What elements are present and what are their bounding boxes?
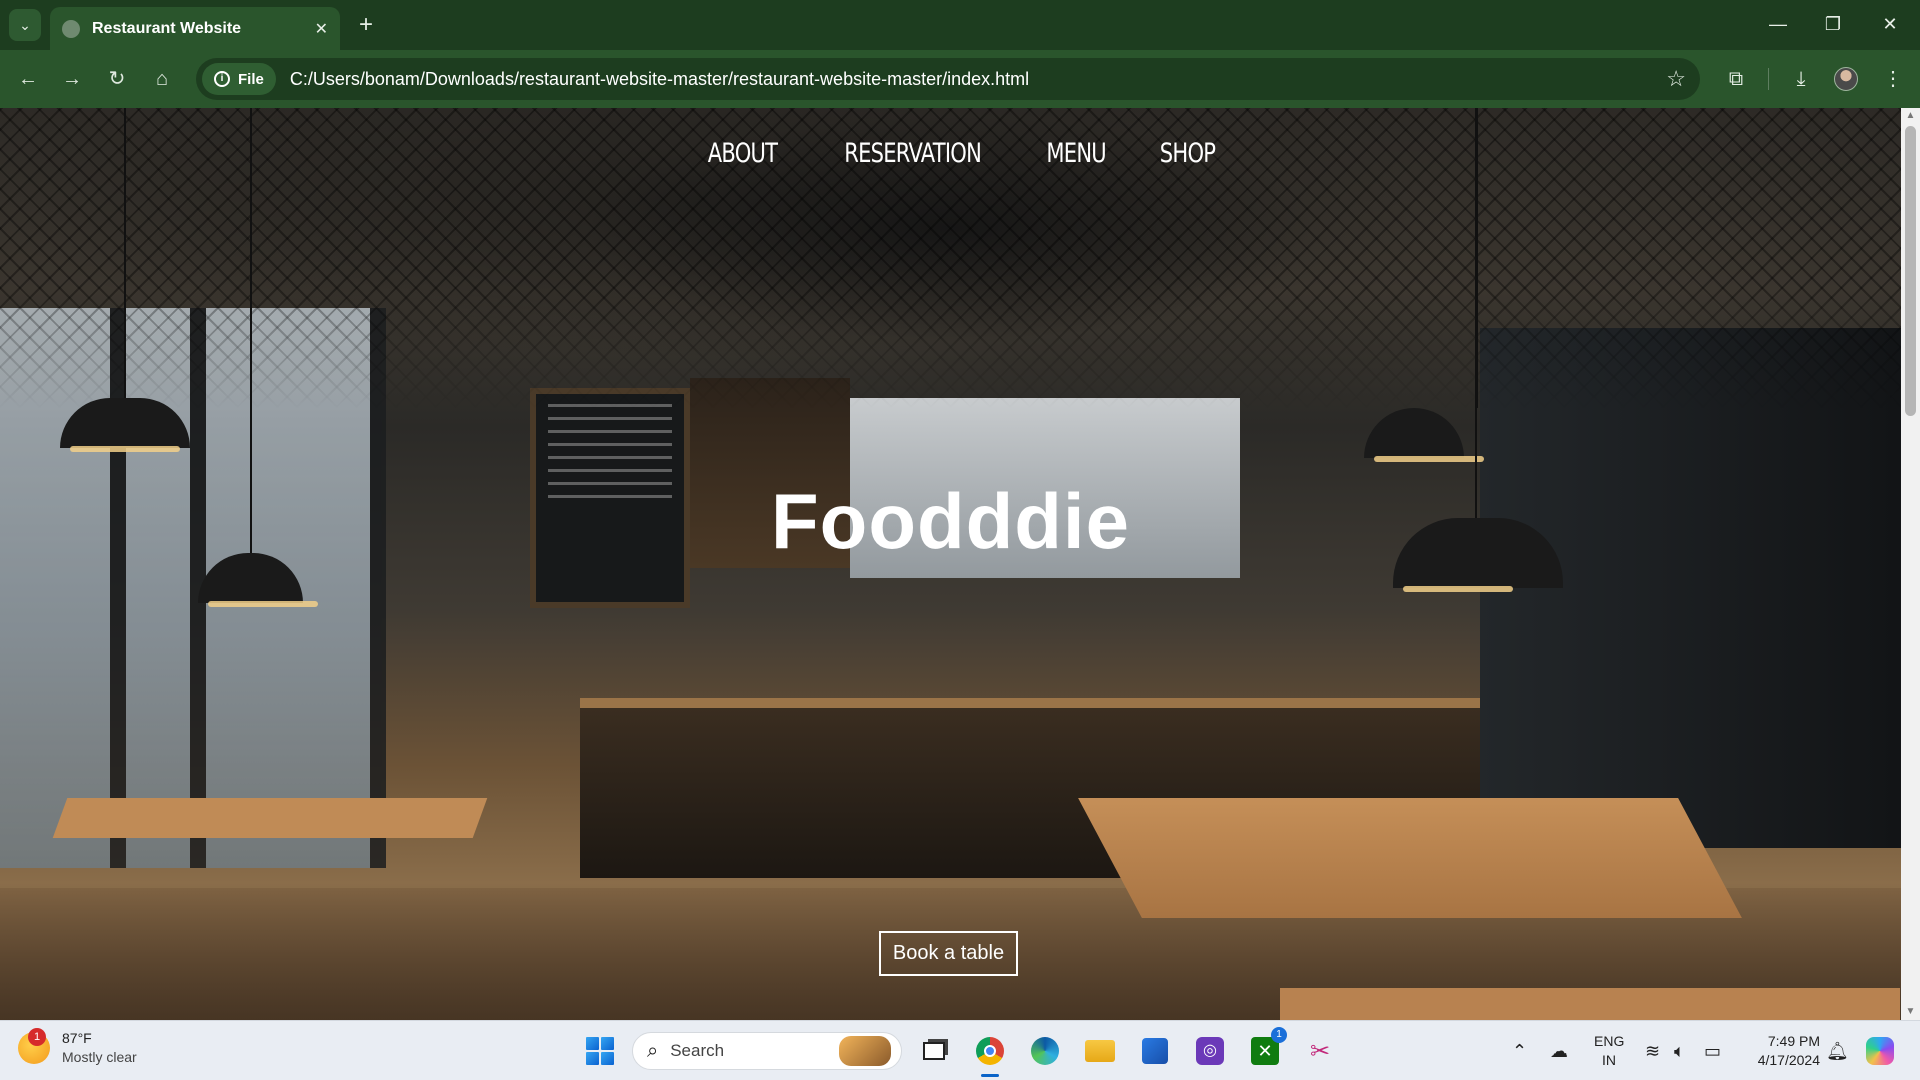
nav-reservation[interactable]: RESERVATION (844, 138, 982, 169)
chevron-down-icon: ⌄ (19, 16, 31, 33)
url-text[interactable]: C:/Users/bonam/Downloads/restaurant-webs… (290, 69, 1666, 90)
tab-close-icon[interactable]: ✕ (315, 19, 328, 39)
microsoft-store-icon[interactable] (1135, 1031, 1175, 1071)
wifi-icon[interactable]: ≋ (1645, 1041, 1660, 1062)
edge-icon[interactable] (1025, 1031, 1065, 1071)
tab-title: Restaurant Website (92, 19, 242, 37)
site-info-label: File (238, 70, 264, 88)
windows-logo-icon (586, 1037, 614, 1065)
hero-section: ABOUT RESERVATION MENU SHOP Foodddie Boo… (0, 108, 1901, 1020)
app-icon[interactable]: ◎ (1190, 1031, 1230, 1071)
info-icon: i (214, 71, 230, 87)
nav-about[interactable]: ABOUT (707, 138, 777, 169)
scroll-up-icon[interactable]: ▲ (1901, 108, 1920, 124)
more-menu-icon[interactable]: ⋮ (1877, 63, 1909, 95)
page-scrollbar[interactable]: ▲ ▼ (1901, 108, 1920, 1020)
search-icon: ⌕ (647, 1039, 659, 1062)
table-decoration (1078, 798, 1742, 918)
nav-shop[interactable]: SHOP (1160, 138, 1216, 169)
taskbar: 1 87°F Mostly clear ⌕ Search ◎ ✕ 1 ✂ ⌃ ☁… (0, 1020, 1920, 1080)
back-icon[interactable]: ← (12, 63, 44, 95)
new-tab-button[interactable]: + (352, 11, 380, 39)
hero-title: Foodddie (771, 477, 1130, 565)
browser-title-bar: ⌄ Restaurant Website ✕ + — ❐ ✕ (0, 0, 1920, 50)
minimize-icon[interactable]: — (1758, 8, 1798, 40)
file-explorer-icon[interactable] (1080, 1031, 1120, 1071)
site-info-button[interactable]: i File (202, 63, 276, 95)
notification-badge: 1 (1271, 1027, 1287, 1043)
main-nav: ABOUT RESERVATION MENU SHOP (0, 138, 1901, 169)
bookmark-star-icon[interactable]: ☆ (1666, 66, 1686, 92)
xbox-icon[interactable]: ✕ 1 (1245, 1027, 1287, 1071)
weather-condition: Mostly clear (62, 1049, 137, 1065)
chrome-icon[interactable] (970, 1031, 1010, 1071)
copilot-icon[interactable] (1860, 1031, 1900, 1071)
restore-icon[interactable]: ❐ (1813, 8, 1853, 40)
extensions-icon[interactable]: ⧉ (1720, 63, 1752, 95)
book-table-button[interactable]: Book a table (879, 931, 1018, 976)
page-viewport: ABOUT RESERVATION MENU SHOP Foodddie Boo… (0, 108, 1920, 1020)
weather-sun-icon: 1 (18, 1028, 50, 1064)
scrollbar-thumb[interactable] (1905, 126, 1916, 416)
taskbar-search[interactable]: ⌕ Search (632, 1032, 902, 1070)
search-label: Search (670, 1041, 725, 1060)
scroll-down-icon[interactable]: ▼ (1901, 1004, 1920, 1020)
onedrive-icon[interactable]: ☁ (1550, 1041, 1568, 1062)
globe-icon (62, 19, 80, 38)
volume-icon[interactable]: 🔈︎ (1674, 1041, 1685, 1062)
snipping-tool-icon[interactable]: ✂ (1300, 1031, 1340, 1071)
tab-search-button[interactable]: ⌄ (9, 9, 41, 41)
download-icon[interactable]: ⤓ (1785, 63, 1817, 95)
close-window-icon[interactable]: ✕ (1870, 8, 1910, 40)
table-decoration (52, 798, 488, 838)
toolbar-divider (1768, 68, 1769, 90)
forward-icon[interactable]: → (56, 63, 88, 95)
start-button[interactable] (580, 1031, 620, 1071)
pendant-lamp-icon (1364, 408, 1484, 462)
tab-restaurant-website[interactable]: Restaurant Website ✕ (50, 7, 340, 50)
reload-icon[interactable]: ↻ (101, 63, 133, 95)
notification-bell-icon[interactable]: 🔔︎ (1826, 1041, 1849, 1062)
lamp-cord-decoration (1475, 108, 1477, 518)
show-hidden-icons-icon[interactable]: ⌃ (1512, 1041, 1527, 1062)
address-bar[interactable]: i File C:/Users/bonam/Downloads/restaura… (196, 58, 1700, 100)
task-view-icon[interactable] (914, 1031, 954, 1071)
language-indicator[interactable]: ENG IN (1594, 1032, 1624, 1070)
profile-avatar[interactable] (1834, 67, 1858, 91)
home-icon[interactable]: ⌂ (146, 63, 178, 95)
clock[interactable]: 7:49 PM 4/17/2024 (1740, 1032, 1820, 1070)
weather-widget[interactable]: 1 87°F Mostly clear (18, 1028, 137, 1067)
browser-toolbar: ← → ↻ ⌂ i File C:/Users/bonam/Downloads/… (0, 50, 1920, 108)
clock-time: 7:49 PM (1767, 1033, 1820, 1049)
battery-icon[interactable]: ▭ (1704, 1041, 1721, 1062)
active-app-indicator (981, 1074, 999, 1077)
clock-date: 4/17/2024 (1757, 1052, 1820, 1068)
language-line2: IN (1602, 1052, 1616, 1068)
nav-menu[interactable]: MENU (1046, 138, 1106, 169)
search-highlight-icon (839, 1036, 891, 1066)
language-line1: ENG (1594, 1033, 1625, 1049)
notification-badge: 1 (28, 1028, 46, 1046)
weather-temp: 87°F (62, 1030, 92, 1046)
table-decoration (1280, 988, 1900, 1020)
